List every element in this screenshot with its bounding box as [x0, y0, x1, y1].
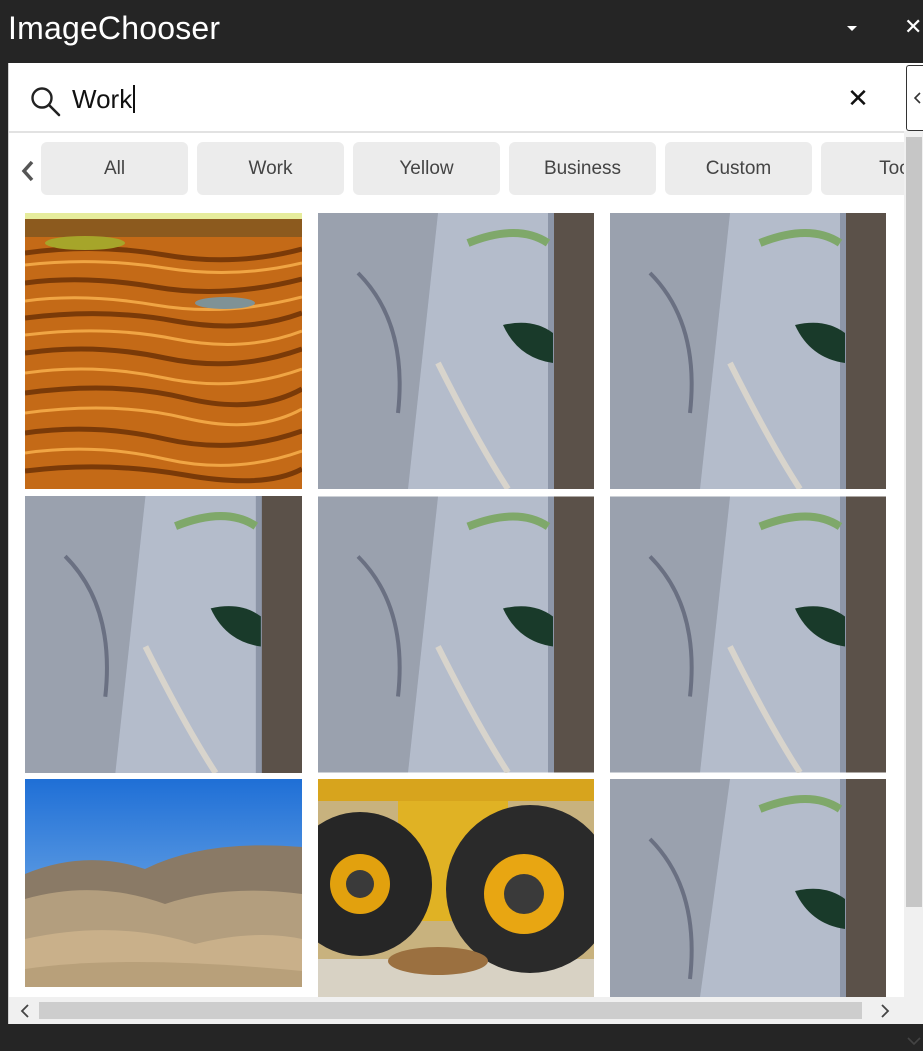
window-title: ImageChooser: [8, 10, 221, 46]
chevron-left-icon: [914, 92, 921, 104]
text-caret: [133, 85, 136, 113]
search-icon: [29, 85, 63, 119]
close-icon[interactable]: ✕: [904, 14, 923, 40]
chevron-down-icon[interactable]: [907, 1033, 921, 1046]
filter-chip[interactable]: Work: [197, 142, 344, 195]
image-chooser-pane: Work ✕ All Work Yellow Business Custom T…: [8, 63, 923, 1046]
search-query: Work: [72, 84, 133, 114]
filter-chip[interactable]: Too: [821, 142, 904, 195]
chevron-left-icon[interactable]: [19, 1004, 31, 1018]
image-thumbnail[interactable]: [318, 213, 594, 489]
search-bar: Work ✕: [9, 63, 904, 133]
image-thumbnail[interactable]: [318, 779, 594, 997]
image-thumbnail[interactable]: [25, 496, 302, 773]
image-results-grid: [9, 209, 904, 997]
filter-chip[interactable]: Custom: [665, 142, 812, 195]
chevron-right-icon[interactable]: [879, 1004, 891, 1018]
close-icon[interactable]: ✕: [845, 83, 871, 113]
filter-chip[interactable]: Yellow: [353, 142, 500, 195]
image-thumbnail[interactable]: [318, 496, 594, 773]
vertical-scrollbar-thumb[interactable]: [906, 137, 922, 907]
image-thumbnail[interactable]: [610, 779, 886, 997]
filter-chip[interactable]: All: [41, 142, 188, 195]
image-thumbnail[interactable]: [610, 496, 886, 773]
image-thumbnail[interactable]: [25, 213, 302, 489]
search-input[interactable]: Work: [72, 83, 136, 115]
image-thumbnail[interactable]: [610, 213, 886, 489]
horizontal-scrollbar[interactable]: [9, 997, 904, 1024]
filter-chip[interactable]: Business: [509, 142, 656, 195]
chevron-down-icon[interactable]: [840, 16, 864, 40]
image-thumbnail[interactable]: [25, 779, 302, 987]
scrollbar-corner: [904, 997, 923, 1024]
collapse-pane-tab[interactable]: [906, 65, 923, 131]
vertical-scrollbar[interactable]: [904, 131, 923, 1046]
chevron-left-icon[interactable]: [18, 157, 38, 185]
horizontal-scrollbar-thumb[interactable]: [39, 1002, 862, 1019]
title-bar: ImageChooser ✕: [0, 0, 923, 62]
filter-chip-bar: All Work Yellow Business Custom Too: [41, 141, 904, 197]
